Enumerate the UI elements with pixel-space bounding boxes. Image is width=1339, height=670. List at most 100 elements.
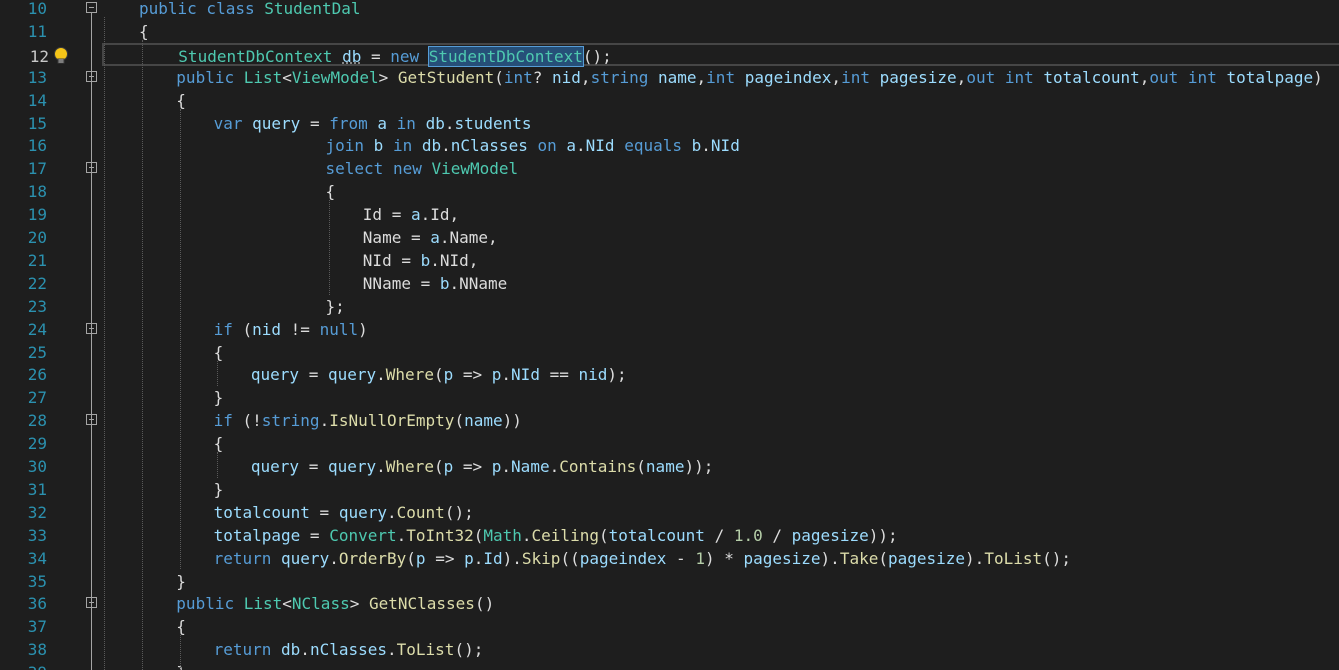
collapse-icon[interactable] [86, 2, 97, 13]
token: int [706, 67, 736, 87]
code-text[interactable]: } [214, 478, 224, 501]
code-text[interactable]: totalcount = query.Count(); [214, 501, 474, 524]
code-editor[interactable]: 10 public class StudentDal 11 {12 StudentDbC… [0, 0, 1339, 670]
code-line-21[interactable]: 21 NId = b.NId, [0, 249, 1339, 272]
token: b [691, 136, 702, 156]
code-text[interactable]: NName = b.NName [363, 272, 508, 295]
code-line-28[interactable]: 28 if (!string.IsNullOrEmpty(name)) [0, 409, 1339, 432]
token: db [342, 46, 362, 66]
line-number: 25 [27, 342, 47, 362]
code-text[interactable]: return db.nClasses.ToList(); [214, 638, 484, 661]
code-line-15[interactable]: 15 var query = from a in db.students [0, 112, 1339, 135]
token: nid [578, 365, 608, 385]
code-text[interactable]: { [214, 341, 224, 364]
token: . [439, 228, 450, 247]
code-text[interactable]: } [176, 570, 186, 593]
code-line-27[interactable]: 27} [0, 386, 1339, 409]
code-line-32[interactable]: 32 totalcount = query.Count(); [0, 501, 1339, 524]
code-line-18[interactable]: 18 { [0, 180, 1339, 203]
token: NClass [291, 594, 350, 614]
code-line-25[interactable]: 25 { [0, 341, 1339, 364]
code-text[interactable]: var query = from a in db.students [214, 112, 532, 135]
code-text[interactable]: { [214, 432, 224, 455]
token: ) * [704, 548, 744, 568]
code-line-23[interactable]: 23}; [0, 295, 1339, 318]
code-text[interactable]: public class StudentDal [139, 0, 361, 20]
token: { [176, 617, 186, 637]
code-line-19[interactable]: 19 Id = a.Id, [0, 203, 1339, 226]
token: return [213, 640, 272, 660]
code-line-14[interactable]: 14 { [0, 89, 1339, 112]
token: new [390, 46, 420, 66]
token: a [410, 205, 421, 225]
code-line-37[interactable]: 37 { [0, 615, 1339, 638]
code-text[interactable]: } [176, 661, 186, 670]
line-number: 22 [27, 273, 47, 293]
code-text[interactable]: Name = a.Name, [363, 226, 498, 249]
code-line-29[interactable]: 29 { [0, 432, 1339, 455]
token: query [338, 502, 387, 522]
token: pagesize [743, 548, 821, 568]
code-line-11[interactable]: 11 { [0, 20, 1339, 43]
code-text[interactable]: { [176, 615, 186, 638]
code-text[interactable]: totalpage = Convert.ToInt32(Math.Ceiling… [214, 524, 898, 547]
code-text[interactable]: if (!string.IsNullOrEmpty(name)) [214, 409, 522, 432]
token: GetStudent [397, 67, 495, 87]
code-text[interactable]: { [176, 89, 186, 112]
line-number: 31 [27, 479, 47, 499]
code-line-38[interactable]: 38 return db.nClasses.ToList(); [0, 638, 1339, 661]
code-text[interactable]: query = query.Where(p => p.Name.Contains… [251, 455, 713, 478]
code-text[interactable]: { [326, 180, 336, 203]
token: db [281, 640, 301, 660]
token: totalcount [1043, 67, 1140, 87]
code-line-20[interactable]: 20 Name = a.Name, [0, 226, 1339, 249]
code-text[interactable]: public List<NClass> GetNClasses() [176, 592, 494, 615]
code-line-22[interactable]: 22 NName = b.NName [0, 272, 1339, 295]
code-line-16[interactable]: 16 join b in db.nClasses on a.NId equals … [0, 134, 1339, 157]
code-text[interactable]: } [214, 386, 224, 409]
line-number: 18 [27, 182, 47, 202]
code-text[interactable]: StudentDbContext db = new StudentDbConte… [178, 45, 612, 68]
code-text[interactable]: join b in db.nClasses on a.NId equals b.… [326, 134, 740, 157]
token: students [454, 113, 532, 133]
token: name [464, 411, 503, 431]
code-text[interactable]: { [139, 20, 149, 43]
code-line-30[interactable]: 30 query = query.Where(p => p.Name.Contai… [0, 455, 1339, 478]
token: (( [560, 548, 580, 568]
code-line-13[interactable]: 13 public List<ViewModel> GetStudent(int?… [0, 66, 1339, 89]
token: select [325, 159, 384, 179]
code-line-17[interactable]: 17 select new ViewModel [0, 157, 1339, 180]
line-number: 28 [27, 411, 47, 431]
lightbulb-icon[interactable] [52, 46, 70, 66]
line-number: 17 [27, 159, 47, 179]
indent-guide [217, 452, 218, 478]
code-line-35[interactable]: 35} [0, 570, 1339, 593]
code-text[interactable]: if (nid != null) [214, 318, 368, 341]
code-text[interactable]: }; [326, 295, 345, 318]
code-line-34[interactable]: 34 return query.OrderBy(p => p.Id).Skip((… [0, 547, 1339, 570]
code-line-31[interactable]: 31} [0, 478, 1339, 501]
code-text[interactable]: Id = a.Id, [363, 203, 459, 226]
code-text[interactable]: select new ViewModel [326, 157, 519, 180]
code-text[interactable]: return query.OrderBy(p => p.Id).Skip((pa… [214, 547, 1071, 570]
code-line-36[interactable]: 36 public List<NClass> GetNClasses() [0, 592, 1339, 615]
code-line-10[interactable]: 10 public class StudentDal [0, 0, 1339, 20]
code-line-12[interactable]: 12 StudentDbContext db = new StudentDbCon… [30, 42, 1339, 68]
code-text[interactable]: query = query.Where(p => p.NId == nid); [251, 363, 627, 386]
line-number: 14 [27, 90, 47, 110]
token: ). [965, 548, 985, 568]
code-text[interactable]: public List<ViewModel> GetStudent(int? n… [176, 66, 1323, 89]
token: nClasses [309, 640, 387, 660]
token: NId = [362, 250, 421, 270]
code-text[interactable]: NId = b.NId, [363, 249, 479, 272]
token: StudentDbContext [178, 46, 333, 66]
code-line-24[interactable]: 24 if (nid != null) [0, 318, 1339, 341]
code-line-26[interactable]: 26 query = query.Where(p => p.NId == nid)… [0, 363, 1339, 386]
token: . [549, 457, 560, 476]
code-line-39[interactable]: 39} [0, 661, 1339, 670]
token: ( [406, 548, 416, 568]
code-line-33[interactable]: 33 totalpage = Convert.ToInt32(Math.Ceili… [0, 524, 1339, 547]
